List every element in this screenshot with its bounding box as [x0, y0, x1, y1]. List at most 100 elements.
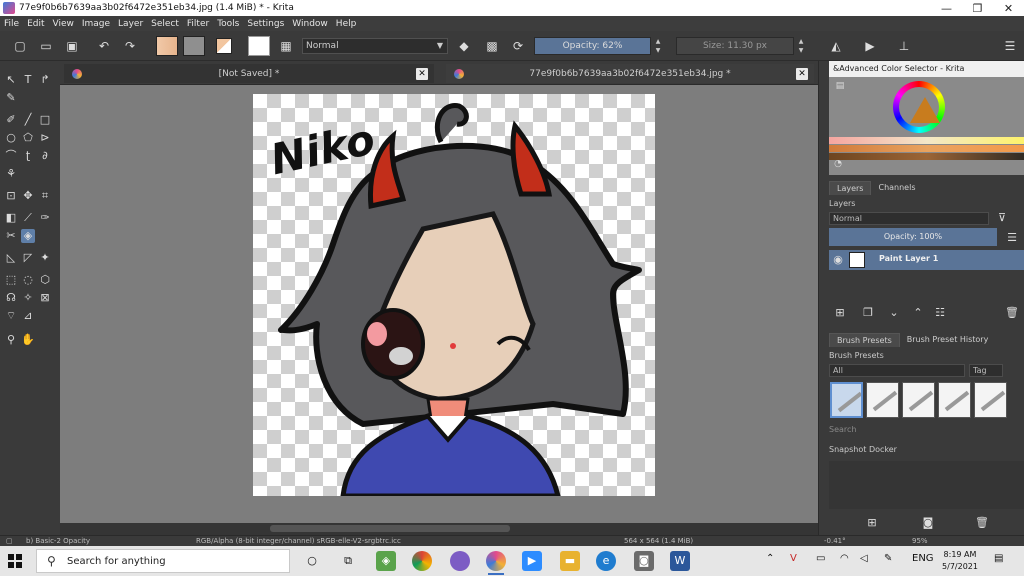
docker-menu-icon[interactable]: ☰: [1002, 38, 1018, 54]
move-down-icon[interactable]: ⌄: [887, 306, 901, 319]
new-document-icon[interactable]: ▢: [12, 38, 28, 54]
tag-select[interactable]: Tag: [969, 364, 1003, 377]
edge-icon[interactable]: e: [596, 551, 616, 571]
reload-preset-icon[interactable]: ⟳: [510, 38, 526, 54]
pen-icon[interactable]: ✎: [884, 553, 892, 564]
minimize-button[interactable]: —: [931, 0, 962, 16]
ellipse-select-icon[interactable]: ◌: [21, 273, 35, 287]
alpha-lock-icon[interactable]: ▩: [484, 38, 500, 54]
color-wheel[interactable]: [893, 81, 945, 133]
brush-preset-2[interactable]: [866, 382, 899, 418]
tab-not-saved[interactable]: [Not Saved] * ✕: [64, 64, 434, 83]
transform-icon[interactable]: ⊡: [4, 189, 18, 203]
freehand-path-icon[interactable]: ʈ: [21, 149, 35, 163]
eraser-icon[interactable]: ◆: [456, 38, 472, 54]
contiguous-select-icon[interactable]: ✧: [21, 291, 35, 305]
battery-icon[interactable]: ▭: [816, 553, 825, 564]
brush-preset-5[interactable]: [974, 382, 1007, 418]
status-rotation[interactable]: -0.41°: [824, 536, 846, 546]
fill-tool-icon[interactable]: ◈: [21, 229, 35, 243]
save-icon[interactable]: ▣: [64, 38, 80, 54]
bezier-tool-icon[interactable]: ⌒: [4, 149, 18, 163]
tray-chevron-icon[interactable]: ⌃: [766, 553, 774, 564]
layer-blend-mode-select[interactable]: Normal: [829, 212, 989, 225]
wrap-around-icon[interactable]: ⊥: [896, 38, 912, 54]
advanced-color-selector[interactable]: ▤ ◔: [829, 77, 1024, 175]
menu-filter[interactable]: Filter: [187, 19, 209, 29]
pattern-swatch[interactable]: [183, 36, 205, 56]
delete-snapshot-icon[interactable]: 🗑: [975, 516, 989, 529]
clock[interactable]: 8:19 AM 5/7/2021: [938, 549, 982, 573]
snapshot-list[interactable]: [829, 461, 1024, 509]
brush-preset-icon[interactable]: [248, 36, 270, 56]
camera-app-icon[interactable]: ◙: [634, 551, 654, 571]
text-tool-icon[interactable]: T: [21, 73, 35, 87]
brush-filter-select[interactable]: All: [829, 364, 965, 377]
rect-select-icon[interactable]: ⬚: [4, 273, 18, 287]
notifications-icon[interactable]: ▤: [994, 553, 1003, 564]
dynamic-brush-icon[interactable]: ∂: [38, 149, 52, 163]
menu-file[interactable]: File: [4, 19, 19, 29]
color-picker-icon[interactable]: ⟋: [21, 211, 35, 225]
menu-layer[interactable]: Layer: [118, 19, 143, 29]
similar-select-icon[interactable]: ⊠: [38, 291, 52, 305]
magnetic-select-icon[interactable]: ⊿: [21, 309, 35, 323]
smart-patch-icon[interactable]: ✂: [4, 229, 18, 243]
scrollbar-thumb[interactable]: [270, 525, 510, 532]
brush-settings-icon[interactable]: ▦: [278, 38, 294, 54]
tab-brush-presets[interactable]: Brush Presets: [829, 333, 900, 347]
layer-menu-icon[interactable]: ☰: [1005, 231, 1019, 244]
polyline-tool-icon[interactable]: ⊳: [38, 131, 52, 145]
reference-tool-icon[interactable]: ✦: [38, 251, 52, 265]
menu-tools[interactable]: Tools: [217, 19, 239, 29]
app-green-icon[interactable]: ◈: [376, 551, 396, 571]
zoom-app-icon[interactable]: ▶: [522, 551, 542, 571]
close-tab-icon[interactable]: ✕: [796, 67, 808, 80]
pan-tool-icon[interactable]: ✋: [21, 333, 35, 347]
app-ball-icon[interactable]: [450, 551, 470, 571]
menu-edit[interactable]: Edit: [27, 19, 44, 29]
brush-preset-4[interactable]: [938, 382, 971, 418]
close-tab-icon[interactable]: ✕: [416, 67, 428, 80]
polygon-tool-icon[interactable]: ⬠: [21, 131, 35, 145]
word-icon[interactable]: W: [670, 551, 690, 571]
wifi-icon[interactable]: ◠: [840, 553, 849, 564]
refresh-icon[interactable]: ◔: [831, 159, 845, 169]
layer-opacity-slider[interactable]: Opacity: 100%: [829, 228, 997, 246]
bezier-select-icon[interactable]: ⌔: [4, 309, 18, 323]
volume-icon[interactable]: ◁: [860, 553, 868, 564]
tab-layers[interactable]: Layers: [829, 181, 872, 195]
artboard[interactable]: Niko: [253, 94, 655, 496]
zoom-tool-icon[interactable]: ⚲: [4, 333, 18, 347]
size-slider[interactable]: Size: 11.30 px: [676, 37, 794, 55]
visibility-eye-icon[interactable]: ◉: [831, 253, 845, 266]
menu-image[interactable]: Image: [82, 19, 110, 29]
colorize-mask-icon[interactable]: ✑: [38, 211, 52, 225]
redo-icon[interactable]: ↷: [122, 38, 138, 54]
color-menu-icon[interactable]: ▤: [833, 81, 847, 91]
delete-layer-icon[interactable]: 🗑: [1005, 306, 1019, 319]
menu-window[interactable]: Window: [292, 19, 328, 29]
rectangle-tool-icon[interactable]: □: [38, 113, 52, 127]
freehand-brush-icon[interactable]: ✐: [4, 113, 18, 127]
blend-mode-select[interactable]: Normal ▼: [302, 38, 448, 54]
brush-preset-1[interactable]: [830, 382, 863, 418]
assistant-tool-icon[interactable]: ◺: [4, 251, 18, 265]
chrome-icon[interactable]: [412, 551, 432, 571]
edit-shapes-icon[interactable]: ✎: [4, 91, 18, 105]
close-button[interactable]: ✕: [993, 0, 1024, 16]
menu-select[interactable]: Select: [151, 19, 179, 29]
opacity-spinner-icon[interactable]: ▲ ▼: [653, 37, 663, 55]
canvas-area[interactable]: Niko: [60, 85, 818, 523]
gradient-swatch[interactable]: [156, 36, 178, 56]
file-explorer-icon[interactable]: ▬: [560, 551, 580, 571]
color-triangle[interactable]: [910, 97, 940, 123]
freehand-select-icon[interactable]: ☊: [4, 291, 18, 305]
tab-current-image[interactable]: 77e9f0b6b7639aa3b02f6472e351eb34.jpg * ✕: [446, 64, 814, 83]
restore-button[interactable]: ❐: [962, 0, 993, 16]
opacity-slider[interactable]: Opacity: 62%: [534, 37, 651, 55]
open-folder-icon[interactable]: ▭: [38, 38, 54, 54]
brush-preset-3[interactable]: [902, 382, 935, 418]
cortana-icon[interactable]: ○: [302, 551, 322, 571]
horizontal-scrollbar[interactable]: [60, 523, 818, 535]
